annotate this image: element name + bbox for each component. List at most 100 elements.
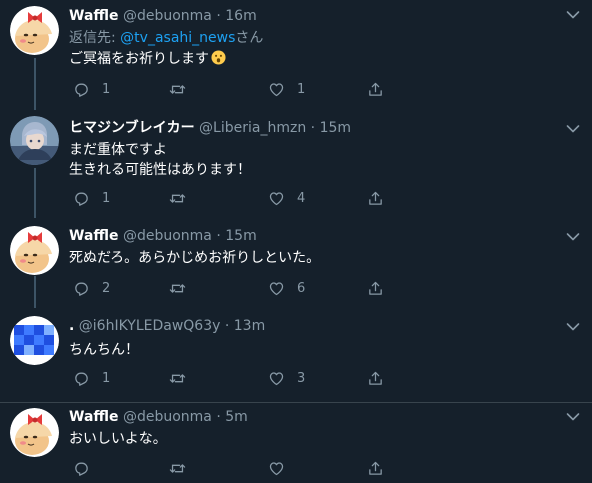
share-icon bbox=[367, 81, 384, 98]
reply-to-line: 返信先: @tv_asahi_newsさん bbox=[69, 28, 263, 48]
tweet-text-content: ご冥福をお祈りします bbox=[69, 51, 209, 67]
user-handle[interactable]: @i6hIKYLEDawQ63y bbox=[79, 318, 221, 334]
tweet-header: Waffle @debuonma · 15m bbox=[69, 226, 257, 246]
display-name[interactable]: Waffle bbox=[69, 8, 119, 24]
share-icon bbox=[367, 460, 384, 477]
timestamp[interactable]: 5m bbox=[225, 409, 248, 425]
timestamp[interactable]: 15m bbox=[320, 120, 351, 136]
tweet-text-line-1: まだ重体ですよ bbox=[69, 142, 167, 158]
reply-button[interactable]: 1 bbox=[73, 79, 110, 99]
thread-connector-line bbox=[34, 58, 36, 110]
reply-count: 1 bbox=[102, 370, 111, 386]
tweet-header: Waffle @debuonma · 16m bbox=[69, 6, 257, 26]
like-count: 6 bbox=[297, 280, 306, 296]
like-icon bbox=[268, 280, 285, 297]
tweet-text: おいしいよな。 bbox=[69, 431, 167, 447]
timestamp[interactable]: 15m bbox=[225, 228, 256, 244]
tweet-1[interactable]: Waffle @debuonma · 16m 返信先: @tv_asahi_ne… bbox=[0, 0, 592, 110]
tweet-5[interactable]: Waffle @debuonma · 5m おいしいよな。 bbox=[0, 402, 592, 483]
separator-dot: · bbox=[216, 409, 221, 425]
reply-button[interactable]: 1 bbox=[73, 188, 110, 208]
retweet-icon bbox=[169, 370, 186, 387]
user-handle[interactable]: @debuonma bbox=[123, 409, 212, 425]
blue-pixel-avatar-icon bbox=[10, 316, 59, 365]
like-button[interactable]: 6 bbox=[268, 278, 305, 298]
user-handle[interactable]: @debuonma bbox=[123, 8, 212, 24]
reply-count: 2 bbox=[102, 280, 111, 296]
tweet-actions: 1 1 bbox=[69, 79, 569, 99]
chevron-down-icon[interactable] bbox=[566, 322, 580, 332]
reply-button[interactable]: 2 bbox=[73, 278, 110, 298]
reply-button[interactable] bbox=[73, 458, 102, 478]
display-name[interactable]: ヒマジンブレイカー bbox=[69, 120, 195, 136]
like-icon bbox=[268, 370, 285, 387]
reply-count: 1 bbox=[102, 190, 111, 206]
tweet-actions: 1 4 bbox=[69, 188, 569, 208]
like-button[interactable]: 1 bbox=[268, 79, 305, 99]
share-button[interactable] bbox=[367, 79, 384, 99]
display-name[interactable]: Waffle bbox=[69, 228, 119, 244]
share-button[interactable] bbox=[367, 188, 384, 208]
timestamp[interactable]: 13m bbox=[234, 318, 265, 334]
avatar[interactable] bbox=[10, 316, 59, 365]
share-icon bbox=[367, 190, 384, 207]
reply-mention-link[interactable]: @tv_asahi_news bbox=[120, 30, 235, 46]
tweet-actions bbox=[69, 458, 569, 478]
like-button[interactable]: 4 bbox=[268, 188, 305, 208]
tweet-text: ご冥福をお祈りします bbox=[69, 49, 226, 69]
tweet-header: . @i6hIKYLEDawQ63y · 13m bbox=[69, 316, 265, 336]
like-button[interactable]: 3 bbox=[268, 368, 305, 388]
tweet-actions: 1 3 bbox=[69, 368, 569, 388]
tweet-2[interactable]: ヒマジンブレイカー @Liberia_hmzn · 15m まだ重体ですよ 生き… bbox=[0, 110, 592, 218]
retweet-icon bbox=[169, 280, 186, 297]
retweet-icon bbox=[169, 190, 186, 207]
waffle-avatar-icon bbox=[10, 226, 59, 275]
chevron-down-icon[interactable] bbox=[566, 232, 580, 242]
user-handle[interactable]: @debuonma bbox=[123, 228, 212, 244]
share-button[interactable] bbox=[367, 368, 384, 388]
chevron-down-icon[interactable] bbox=[566, 412, 580, 422]
reply-button[interactable]: 1 bbox=[73, 368, 110, 388]
reply-icon bbox=[73, 190, 90, 207]
retweet-button[interactable] bbox=[169, 278, 198, 298]
timestamp[interactable]: 16m bbox=[225, 8, 256, 24]
waffle-avatar-icon bbox=[10, 6, 59, 55]
retweet-button[interactable] bbox=[169, 458, 198, 478]
retweet-button[interactable] bbox=[169, 368, 198, 388]
tweet-actions: 2 6 bbox=[69, 278, 569, 298]
display-name[interactable]: . bbox=[69, 318, 74, 334]
tweet-4[interactable]: . @i6hIKYLEDawQ63y · 13m ちんちん！ 1 3 bbox=[0, 308, 592, 403]
chevron-down-icon[interactable] bbox=[566, 124, 580, 134]
like-count: 3 bbox=[297, 370, 306, 386]
like-icon bbox=[268, 81, 285, 98]
anime-character-avatar-icon bbox=[10, 116, 59, 165]
waffle-avatar-icon bbox=[10, 408, 59, 457]
share-button[interactable] bbox=[367, 458, 384, 478]
chevron-down-icon[interactable] bbox=[566, 10, 580, 20]
retweet-icon bbox=[169, 81, 186, 98]
tweet-text: 死ぬだろ。あらかじめお祈りしといた。 bbox=[69, 250, 321, 266]
retweet-button[interactable] bbox=[169, 79, 198, 99]
retweet-button[interactable] bbox=[169, 188, 198, 208]
reply-count: 1 bbox=[102, 81, 111, 97]
tweet-text: ちんちん！ bbox=[69, 342, 139, 358]
avatar[interactable] bbox=[10, 226, 59, 275]
tweet-3[interactable]: Waffle @debuonma · 15m 死ぬだろ。あらかじめお祈りしといた… bbox=[0, 218, 592, 308]
user-handle[interactable]: @Liberia_hmzn bbox=[199, 120, 306, 136]
tweet-header: ヒマジンブレイカー @Liberia_hmzn · 15m bbox=[69, 118, 351, 138]
display-name[interactable]: Waffle bbox=[69, 409, 119, 425]
thread-connector-line bbox=[34, 276, 36, 308]
thread-connector-line bbox=[34, 168, 36, 218]
avatar[interactable] bbox=[10, 6, 59, 55]
like-button[interactable] bbox=[268, 458, 297, 478]
share-button[interactable] bbox=[367, 278, 384, 298]
share-icon bbox=[367, 280, 384, 297]
separator-dot: · bbox=[216, 228, 221, 244]
avatar[interactable] bbox=[10, 408, 59, 457]
reply-icon bbox=[73, 81, 90, 98]
share-icon bbox=[367, 370, 384, 387]
reply-icon bbox=[73, 460, 90, 477]
separator-dot: · bbox=[310, 120, 316, 136]
like-icon bbox=[268, 190, 285, 207]
avatar[interactable] bbox=[10, 116, 59, 165]
